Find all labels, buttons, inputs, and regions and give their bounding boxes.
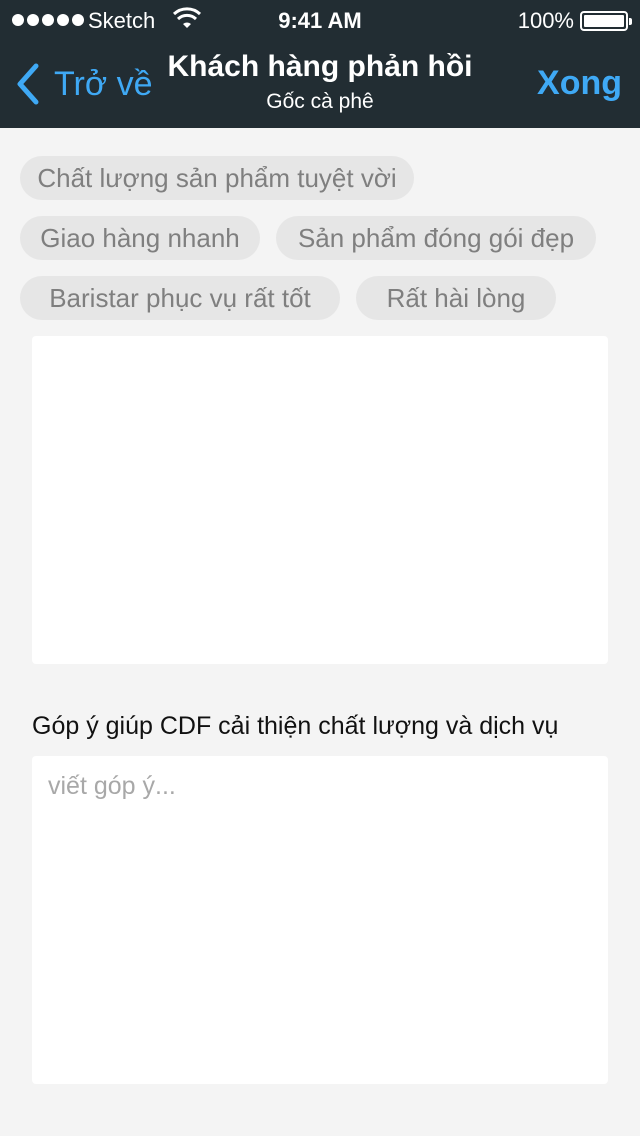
feedback-screen: Sketch 9:41 AM 100% Trở về Khách hàng ph… [0, 0, 640, 1136]
feedback-tag[interactable]: Sản phẩm đóng gói đẹp [276, 216, 596, 260]
feedback-tag[interactable]: Giao hàng nhanh [20, 216, 260, 260]
feedback-tag[interactable]: Baristar phục vụ rất tốt [20, 276, 340, 320]
status-bar: Sketch 9:41 AM 100% [0, 0, 640, 40]
battery-icon [580, 11, 632, 31]
selected-tags-panel [32, 336, 608, 664]
feedback-tag[interactable]: Rất hài lòng [356, 276, 556, 320]
battery-percentage: 100% [517, 8, 574, 33]
navigation-header: Sketch 9:41 AM 100% Trở về Khách hàng ph… [0, 0, 640, 128]
feedback-tag[interactable]: Chất lượng sản phẩm tuyệt vời [20, 156, 414, 200]
done-button[interactable]: Xong [537, 64, 622, 103]
feedback-input[interactable] [32, 756, 608, 1084]
feedback-label: Góp ý giúp CDF cải thiện chất lượng và d… [32, 712, 559, 740]
